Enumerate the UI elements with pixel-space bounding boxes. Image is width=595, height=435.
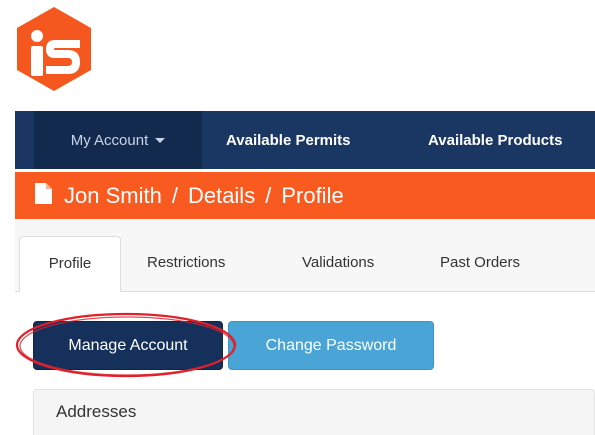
- tab-past-orders[interactable]: Past Orders: [440, 236, 520, 292]
- app-logo: [17, 7, 91, 91]
- highlight-ellipse: [15, 312, 237, 378]
- nav-available-products[interactable]: Available Products: [428, 111, 563, 169]
- nav-my-account[interactable]: My Account: [34, 111, 202, 169]
- addresses-panel: Addresses: [33, 389, 595, 435]
- tab-validations[interactable]: Validations: [302, 236, 374, 292]
- tabs-area: Profile Restrictions Validations Past Or…: [15, 219, 595, 435]
- tab-content: Manage Account Change Password Addresses: [15, 292, 595, 435]
- tab-restrictions[interactable]: Restrictions: [147, 236, 225, 292]
- top-navbar: My Account Available Permits Available P…: [15, 111, 595, 169]
- breadcrumb-item-details[interactable]: Details: [188, 183, 255, 208]
- nav-available-permits[interactable]: Available Permits: [226, 111, 351, 169]
- breadcrumb: Jon Smith / Details / Profile: [15, 172, 595, 219]
- addresses-panel-title: Addresses: [56, 402, 137, 421]
- breadcrumb-item-profile: Profile: [281, 183, 344, 208]
- change-password-button[interactable]: Change Password: [228, 321, 434, 370]
- breadcrumb-separator: /: [265, 183, 272, 208]
- breadcrumb-item-user[interactable]: Jon Smith: [64, 183, 162, 208]
- caret-down-icon: [155, 137, 166, 143]
- breadcrumb-separator: /: [171, 183, 178, 208]
- tab-profile[interactable]: Profile: [19, 236, 121, 292]
- nav-my-account-label: My Account: [70, 132, 149, 149]
- document-icon: [35, 183, 52, 204]
